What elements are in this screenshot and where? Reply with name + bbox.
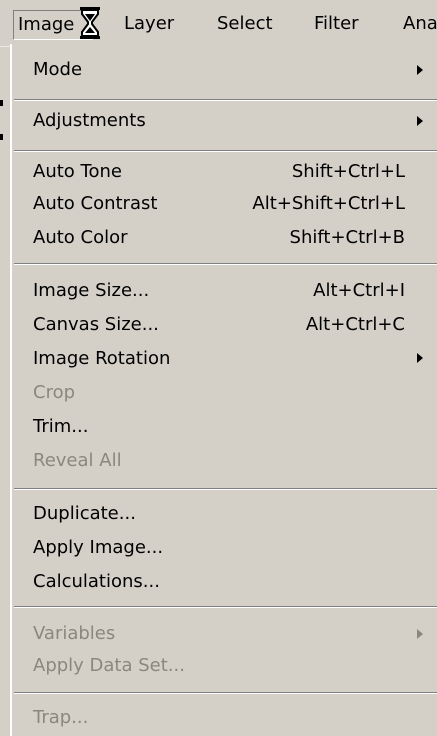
- menu-item-label: Apply Data Set...: [33, 655, 185, 676]
- menu-item-label: Image Size...: [33, 280, 150, 301]
- menu-item-label: Reveal All: [33, 450, 122, 471]
- menubar-filter[interactable]: Filter: [314, 10, 359, 40]
- menu-separator: [14, 606, 437, 608]
- menu-item-image-size[interactable]: Image Size... Alt+Ctrl+I: [33, 277, 405, 305]
- menubar-select[interactable]: Select: [217, 10, 273, 40]
- menu-item-label: Duplicate...: [33, 503, 136, 524]
- menu-item-auto-tone[interactable]: Auto Tone Shift+Ctrl+L: [33, 158, 405, 186]
- menubar-layer[interactable]: Layer: [124, 10, 174, 40]
- menu-item-label: Crop: [33, 382, 76, 403]
- menu-item-label: Apply Image...: [33, 537, 164, 558]
- menu-separator: [14, 488, 437, 490]
- menu-separator: [14, 692, 437, 694]
- menu-separator: [14, 99, 437, 101]
- menu-item-crop[interactable]: Crop: [33, 379, 405, 407]
- menu-item-shortcut: Shift+Ctrl+L: [291, 161, 405, 182]
- menu-item-shortcut: Shift+Ctrl+B: [289, 227, 405, 248]
- menu-item-shortcut: Alt+Ctrl+I: [313, 280, 405, 301]
- menu-item-reveal-all[interactable]: Reveal All: [33, 447, 405, 475]
- menubar-layer-label: Layer: [124, 13, 175, 34]
- menu-item-label: Adjustments: [33, 110, 146, 131]
- menu-item-adjustments[interactable]: Adjustments: [33, 107, 405, 135]
- menu-item-mode[interactable]: Mode: [33, 56, 405, 84]
- menu-item-label: Image Rotation: [33, 348, 171, 369]
- menu-item-auto-contrast[interactable]: Auto Contrast Alt+Shift+Ctrl+L: [33, 190, 405, 218]
- menu-item-duplicate[interactable]: Duplicate...: [33, 500, 405, 528]
- menu-item-label: Auto Color: [33, 227, 128, 248]
- submenu-arrow-icon: [417, 629, 423, 639]
- submenu-arrow-icon: [417, 65, 423, 75]
- menu-item-label: Auto Tone: [33, 161, 122, 182]
- submenu-arrow-icon: [417, 116, 423, 126]
- background-edge-mark: [0, 100, 3, 106]
- menu-item-trim[interactable]: Trim...: [33, 413, 405, 441]
- menubar-analysis-label: Ana: [403, 13, 437, 34]
- menu-item-auto-color[interactable]: Auto Color Shift+Ctrl+B: [33, 224, 405, 252]
- menu-item-label: Canvas Size...: [33, 314, 159, 335]
- menubar-filter-label: Filter: [314, 13, 359, 34]
- menu-item-label: Variables: [33, 623, 116, 644]
- menu-item-shortcut: Alt+Shift+Ctrl+L: [252, 193, 405, 214]
- menu-separator: [14, 150, 437, 152]
- menu-item-label: Calculations...: [33, 571, 160, 592]
- menubar-image-label: Image: [18, 14, 75, 35]
- menu-item-label: Auto Contrast: [33, 193, 158, 214]
- menu-item-shortcut: Alt+Ctrl+C: [305, 314, 405, 335]
- menu-item-calculations[interactable]: Calculations...: [33, 568, 405, 596]
- menubar-analysis[interactable]: Ana: [403, 10, 437, 40]
- menubar-select-label: Select: [217, 13, 273, 34]
- background-edge-mark: [0, 134, 3, 140]
- menu-separator: [14, 263, 437, 265]
- menu-item-trap[interactable]: Trap...: [33, 704, 405, 732]
- menu-item-label: Trap...: [33, 707, 89, 728]
- menu-item-label: Trim...: [33, 416, 89, 437]
- menu-item-image-rotation[interactable]: Image Rotation: [33, 345, 405, 373]
- menu-item-apply-image[interactable]: Apply Image...: [33, 534, 405, 562]
- menu-bar: Image Layer Select Filter Ana: [0, 0, 437, 47]
- menu-item-label: Mode: [33, 59, 83, 80]
- menu-item-canvas-size[interactable]: Canvas Size... Alt+Ctrl+C: [33, 311, 405, 339]
- menu-item-variables[interactable]: Variables: [33, 620, 405, 648]
- submenu-arrow-icon: [417, 353, 423, 363]
- menu-item-apply-data-set[interactable]: Apply Data Set...: [33, 652, 405, 680]
- hourglass-cursor-icon: [80, 7, 100, 39]
